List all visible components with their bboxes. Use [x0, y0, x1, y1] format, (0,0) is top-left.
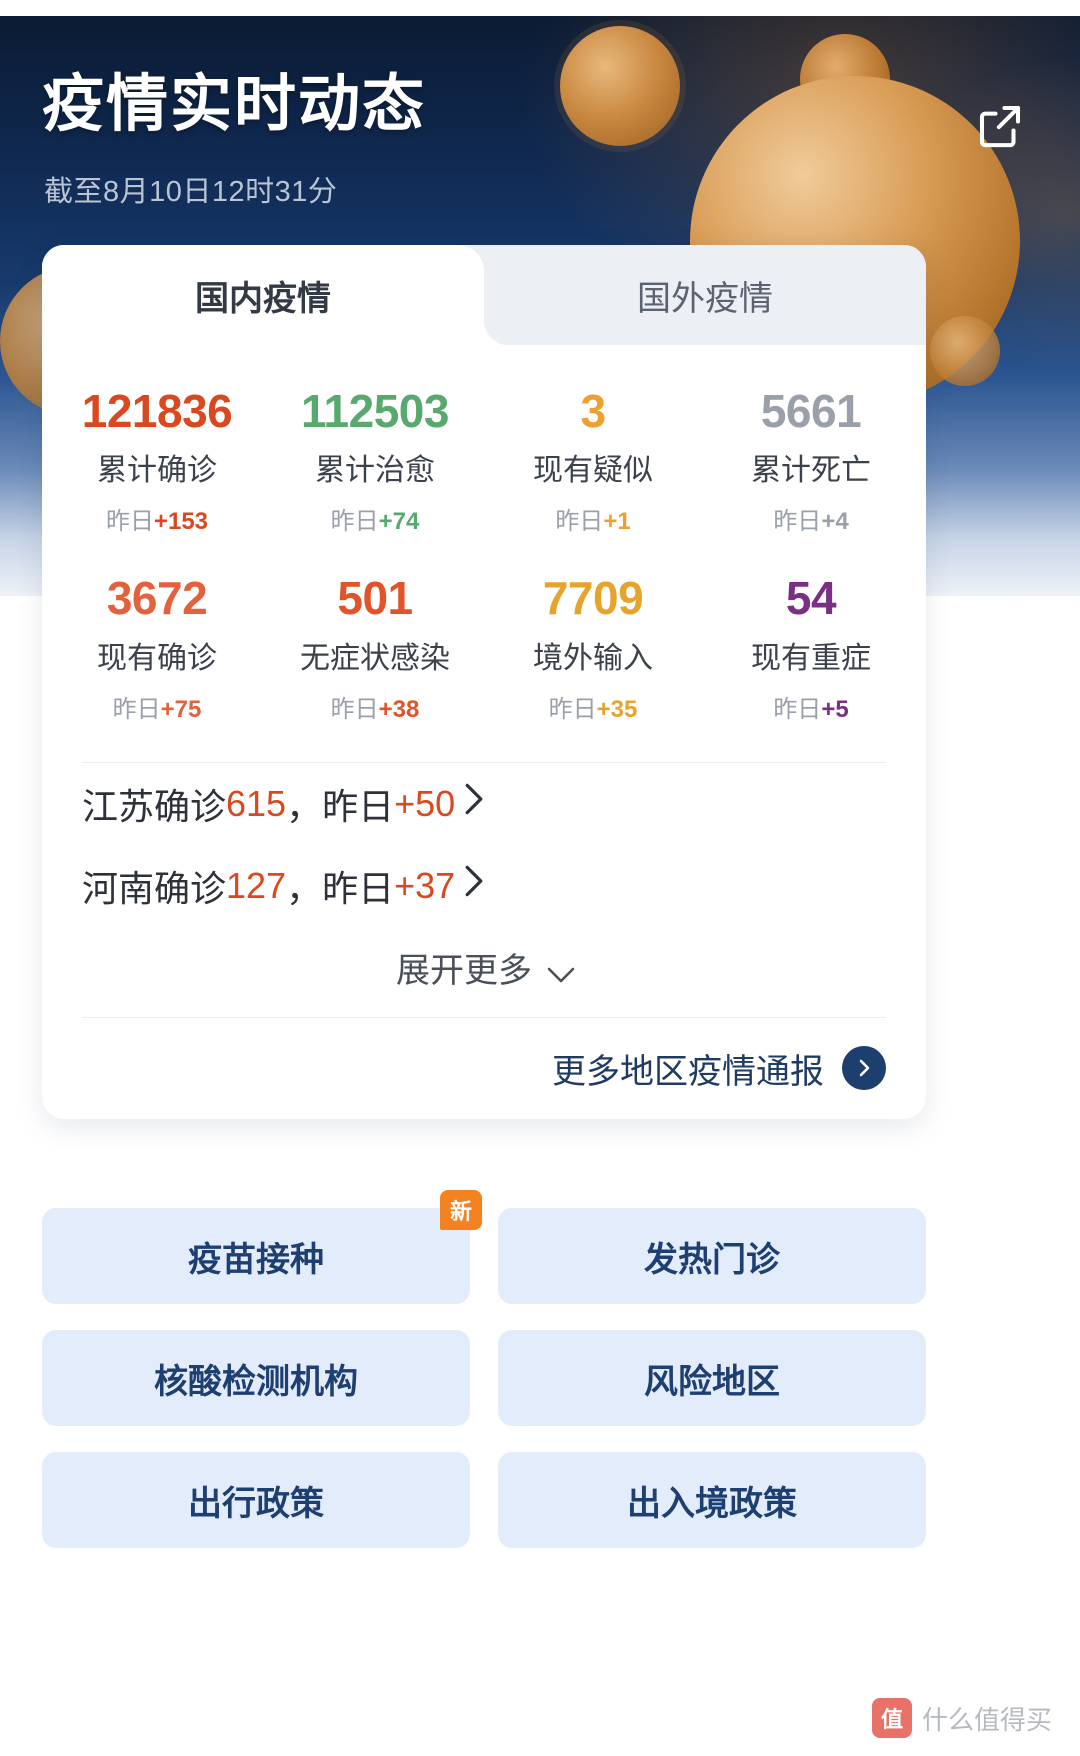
stat-label: 累计确诊 [97, 454, 217, 488]
stat-delta: 昨日+1 [555, 508, 631, 536]
stat-delta: 昨日+5 [773, 695, 849, 723]
stat-cell: 3 现有疑似 昨日+1 [484, 387, 702, 536]
action-vaccination[interactable]: 疫苗接种 新 [42, 1190, 482, 1304]
stat-cell: 501 无症状感染 昨日+38 [266, 574, 484, 723]
action-label: 发热门诊 [644, 1240, 780, 1279]
action-label: 风险地区 [644, 1362, 780, 1401]
stat-delta: 昨日+35 [548, 695, 638, 723]
expand-more-button[interactable]: 展开更多 [42, 927, 926, 1009]
action-fever-clinic[interactable]: 发热门诊 [498, 1208, 926, 1304]
stat-delta: 昨日+74 [330, 508, 420, 536]
stat-label: 现有确诊 [97, 641, 217, 675]
stat-value: 3672 [106, 572, 208, 625]
page-title: 疫情实时动态 [42, 70, 427, 139]
stat-value: 7709 [542, 572, 644, 625]
stat-value: 501 [337, 572, 413, 625]
stat-label: 现有重症 [751, 641, 871, 675]
stat-value: 3 [580, 385, 606, 437]
status-bar-strip [0, 0, 1080, 16]
virus-decor-icon [930, 316, 1000, 386]
quick-actions-grid: 疫苗接种 新 发热门诊 核酸检测机构 风险地区 出行政策 出入境政策 [42, 1190, 926, 1548]
stat-value: 54 [785, 572, 837, 625]
chevron-right-icon [461, 782, 487, 825]
stat-label: 累计死亡 [751, 454, 871, 488]
tab-domestic-label: 国内疫情 [195, 279, 331, 318]
action-label: 核酸检测机构 [154, 1362, 358, 1401]
action-nucleic-test-facility[interactable]: 核酸检测机构 [42, 1330, 470, 1426]
stat-cell: 7709 境外输入 昨日+35 [484, 574, 702, 723]
action-label: 出行政策 [188, 1484, 324, 1523]
stat-delta: 昨日+153 [105, 508, 209, 536]
province-sep: ， [286, 785, 323, 827]
stat-cell: 54 现有重症 昨日+5 [702, 574, 920, 723]
stat-value: 121836 [81, 385, 233, 437]
action-risk-areas[interactable]: 风险地区 [498, 1330, 926, 1426]
stats-grid-row-1: 121836 累计确诊 昨日+153 112503 累计治愈 昨日+74 3 现… [42, 345, 926, 546]
stat-cell: 5661 累计死亡 昨日+4 [702, 387, 920, 536]
stat-label: 无症状感染 [300, 641, 450, 675]
tab-overseas[interactable]: 国外疫情 [484, 245, 926, 345]
action-label: 出入境政策 [627, 1484, 797, 1523]
province-name: 河南确诊 [82, 867, 227, 909]
watermark-logo: 值 [871, 1698, 912, 1738]
province-delta-prefix: 昨日 [322, 867, 395, 909]
province-count: 615 [226, 782, 287, 824]
province-row-henan[interactable]: 河南确诊 127，昨日 +37 [42, 845, 926, 927]
stat-label: 累计治愈 [315, 454, 435, 488]
province-delta: +37 [394, 864, 456, 906]
action-travel-policy[interactable]: 出行政策 [42, 1452, 470, 1548]
stat-delta: 昨日+4 [773, 508, 849, 536]
action-entry-exit-policy[interactable]: 出入境政策 [498, 1452, 926, 1548]
watermark-text: 什么值得买 [921, 1704, 1052, 1735]
tab-bar: 国内疫情 国外疫情 [42, 245, 926, 345]
site-watermark: 值 什么值得买 [871, 1698, 1052, 1738]
tab-domestic[interactable]: 国内疫情 [42, 245, 484, 345]
action-label: 疫苗接种 [188, 1240, 324, 1279]
province-row-jiangsu[interactable]: 江苏确诊 615，昨日 +50 [42, 763, 926, 845]
virus-decor-icon [560, 26, 680, 146]
stat-label: 境外输入 [533, 641, 653, 675]
province-delta: +50 [394, 782, 456, 824]
province-count: 127 [226, 864, 287, 906]
page-subtitle: 截至8月10日12时31分 [44, 176, 338, 208]
chevron-down-icon [546, 955, 575, 982]
tab-overseas-label: 国外疫情 [637, 279, 773, 318]
province-sep: ， [286, 867, 323, 909]
stat-value: 112503 [301, 385, 449, 437]
chevron-right-icon [461, 864, 487, 907]
province-delta-prefix: 昨日 [322, 785, 395, 827]
stat-cell: 112503 累计治愈 昨日+74 [266, 387, 484, 536]
more-regions-link[interactable]: 更多地区疫情通报 [42, 1018, 926, 1097]
stat-value: 5661 [760, 385, 862, 437]
epidemic-card: 国内疫情 国外疫情 121836 累计确诊 昨日+153 112503 累计治愈… [42, 245, 926, 1119]
stats-grid-row-2: 3672 现有确诊 昨日+75 501 无症状感染 昨日+38 7709 境外输… [42, 546, 926, 753]
stat-delta: 昨日+38 [330, 695, 420, 723]
new-badge: 新 [440, 1190, 482, 1230]
more-regions-label: 更多地区疫情通报 [552, 1052, 824, 1091]
stat-cell: 3672 现有确诊 昨日+75 [48, 574, 266, 723]
province-name: 江苏确诊 [82, 785, 227, 827]
expand-more-label: 展开更多 [396, 952, 532, 991]
stat-cell: 121836 累计确诊 昨日+153 [48, 387, 266, 536]
share-external-icon[interactable] [968, 94, 1032, 158]
stat-delta: 昨日+75 [112, 695, 202, 723]
arrow-right-circle-icon [842, 1046, 886, 1091]
stat-label: 现有疑似 [533, 454, 653, 488]
